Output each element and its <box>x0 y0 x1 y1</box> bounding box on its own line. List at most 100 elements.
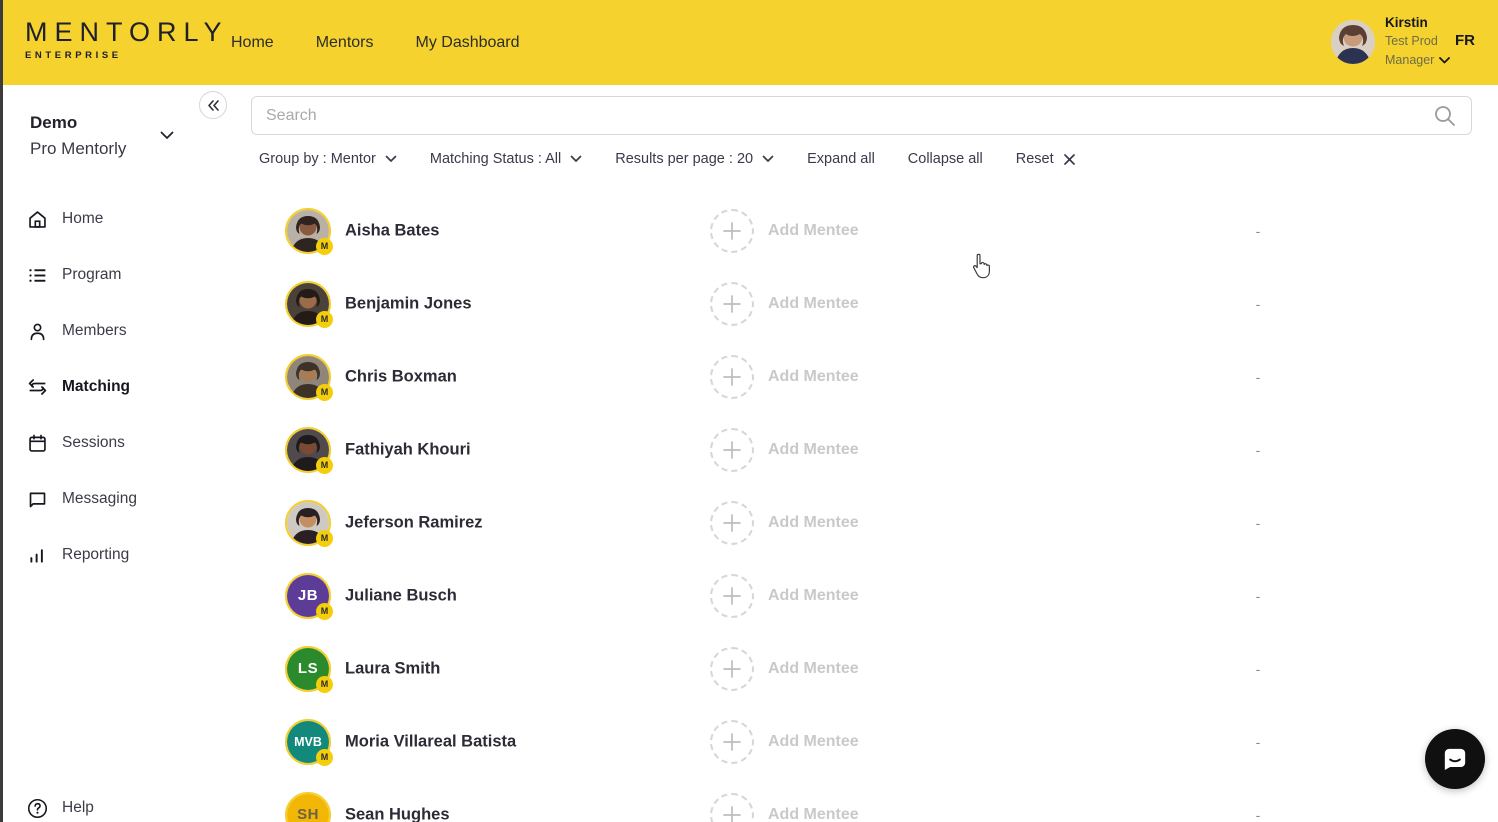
user-avatar[interactable] <box>1331 20 1375 64</box>
chat-bubble-icon <box>1440 744 1470 774</box>
search-icon[interactable] <box>1433 104 1456 132</box>
add-mentee-label[interactable]: Add Mentee <box>768 514 859 532</box>
logo-title: MENTORLY <box>25 17 229 48</box>
group-by-dropdown[interactable]: Group by : Mentor <box>259 151 397 167</box>
messaging-icon <box>27 489 48 510</box>
add-mentee-label[interactable]: Add Mentee <box>768 295 859 313</box>
mentor-avatar[interactable]: LS M <box>285 646 331 692</box>
mentor-name: Laura Smith <box>345 659 440 678</box>
plus-icon <box>722 659 742 679</box>
add-mentee-button[interactable] <box>710 355 754 399</box>
reporting-icon <box>27 545 48 566</box>
add-mentee-label[interactable]: Add Mentee <box>768 368 859 386</box>
add-mentee-button[interactable] <box>710 647 754 691</box>
add-mentee-label[interactable]: Add Mentee <box>768 441 859 459</box>
sidebar-item-messaging[interactable]: Messaging <box>0 485 240 513</box>
logo-subtitle: ENTERPRISE <box>25 50 229 61</box>
chevron-down-icon <box>570 155 582 163</box>
chevron-down-icon <box>1439 57 1450 64</box>
sidebar-item-program[interactable]: Program <box>0 261 240 289</box>
mentor-avatar[interactable]: JB M <box>285 573 331 619</box>
add-mentee-label[interactable]: Add Mentee <box>768 222 859 240</box>
user-avatar-photo <box>1331 20 1375 64</box>
mentor-avatar[interactable]: M <box>285 208 331 254</box>
sidebar-item-label: Reporting <box>62 546 129 564</box>
nav-mentors[interactable]: Mentors <box>316 34 374 52</box>
close-icon <box>1064 154 1075 165</box>
nav-home[interactable]: Home <box>231 34 274 52</box>
sidebar-item-members[interactable]: Members <box>0 317 240 345</box>
mentor-name: Moria Villareal Batista <box>345 732 516 751</box>
matching-icon <box>27 377 48 398</box>
add-mentee-button[interactable] <box>710 574 754 618</box>
sidebar-collapse-button[interactable] <box>199 91 227 119</box>
mentor-name: Juliane Busch <box>345 586 457 605</box>
match-count-placeholder: - <box>1250 515 1266 531</box>
match-count-placeholder: - <box>1250 223 1266 239</box>
user-role-line1: Test Prod <box>1385 33 1450 49</box>
user-role-menu[interactable]: Manager <box>1385 52 1450 68</box>
add-mentee-button[interactable] <box>710 282 754 326</box>
plus-icon <box>722 294 742 314</box>
add-mentee-label[interactable]: Add Mentee <box>768 733 859 751</box>
results-per-page-dropdown[interactable]: Results per page : 20 <box>615 151 774 167</box>
mentor-name: Benjamin Jones <box>345 294 472 313</box>
plus-icon <box>722 367 742 387</box>
mentor-avatar[interactable]: M <box>285 427 331 473</box>
mentor-row: M Aisha Bates Add Mentee - <box>240 194 1498 267</box>
matching-status-label: Matching Status : All <box>430 151 561 167</box>
mentor-row: M Chris Boxman Add Mentee - <box>240 340 1498 413</box>
workspace-title: Demo <box>30 113 210 133</box>
add-mentee-button[interactable] <box>710 793 754 822</box>
add-mentee-label[interactable]: Add Mentee <box>768 660 859 678</box>
mentor-name: Fathiyah Khouri <box>345 440 471 459</box>
add-mentee-label[interactable]: Add Mentee <box>768 587 859 605</box>
search-input[interactable] <box>251 96 1472 135</box>
user-name: Kirstin <box>1385 15 1450 30</box>
mentor-badge-icon: M <box>316 457 333 474</box>
mentor-badge-icon: M <box>316 530 333 547</box>
results-per-page-label: Results per page : 20 <box>615 151 753 167</box>
sidebar-item-home[interactable]: Home <box>0 205 240 233</box>
mentor-avatar[interactable]: M <box>285 500 331 546</box>
avatar-initials: LS <box>298 660 318 677</box>
mentor-avatar[interactable]: MVB M <box>285 719 331 765</box>
mentor-badge-icon: M <box>316 603 333 620</box>
chat-launcher-button[interactable] <box>1425 729 1485 789</box>
avatar-initials: SH <box>297 806 319 822</box>
add-mentee-label[interactable]: Add Mentee <box>768 806 859 822</box>
mentor-avatar[interactable]: M <box>285 281 331 327</box>
home-icon <box>27 209 48 230</box>
add-mentee-button[interactable] <box>710 720 754 764</box>
mentor-row: JB M Juliane Busch Add Mentee - <box>240 559 1498 632</box>
add-mentee-button[interactable] <box>710 209 754 253</box>
match-count-placeholder: - <box>1250 661 1266 677</box>
matching-status-dropdown[interactable]: Matching Status : All <box>430 151 582 167</box>
collapse-all-button[interactable]: Collapse all <box>908 151 983 167</box>
sidebar-item-reporting[interactable]: Reporting <box>0 541 240 569</box>
chevron-down-icon <box>762 155 774 163</box>
sidebar-item-label: Members <box>62 322 127 340</box>
mentor-row: M Jeferson Ramirez Add Mentee - <box>240 486 1498 559</box>
match-count-placeholder: - <box>1250 296 1266 312</box>
chevron-down-icon <box>385 155 397 163</box>
mentor-avatar[interactable]: M <box>285 354 331 400</box>
sidebar-item-matching[interactable]: Matching <box>0 373 240 401</box>
add-mentee-button[interactable] <box>710 501 754 545</box>
sidebar-item-label: Messaging <box>62 490 137 508</box>
mentorly-logo[interactable]: MENTORLY ENTERPRISE <box>25 17 229 61</box>
mentor-avatar[interactable]: SH M <box>285 792 331 822</box>
reset-filters-button[interactable]: Reset <box>1016 151 1075 167</box>
language-toggle[interactable]: FR <box>1455 32 1475 49</box>
mentor-badge-icon: M <box>316 238 333 255</box>
mentor-row: M Benjamin Jones Add Mentee - <box>240 267 1498 340</box>
sessions-icon <box>27 433 48 454</box>
workspace-selector[interactable]: Demo Pro Mentorly <box>30 113 210 159</box>
nav-my-dashboard[interactable]: My Dashboard <box>415 34 519 52</box>
sidebar-item-help[interactable]: Help <box>0 794 94 822</box>
expand-all-button[interactable]: Expand all <box>807 151 875 167</box>
sidebar-item-sessions[interactable]: Sessions <box>0 429 240 457</box>
avatar-initials: MVB <box>294 735 322 749</box>
mentor-name: Chris Boxman <box>345 367 457 386</box>
add-mentee-button[interactable] <box>710 428 754 472</box>
